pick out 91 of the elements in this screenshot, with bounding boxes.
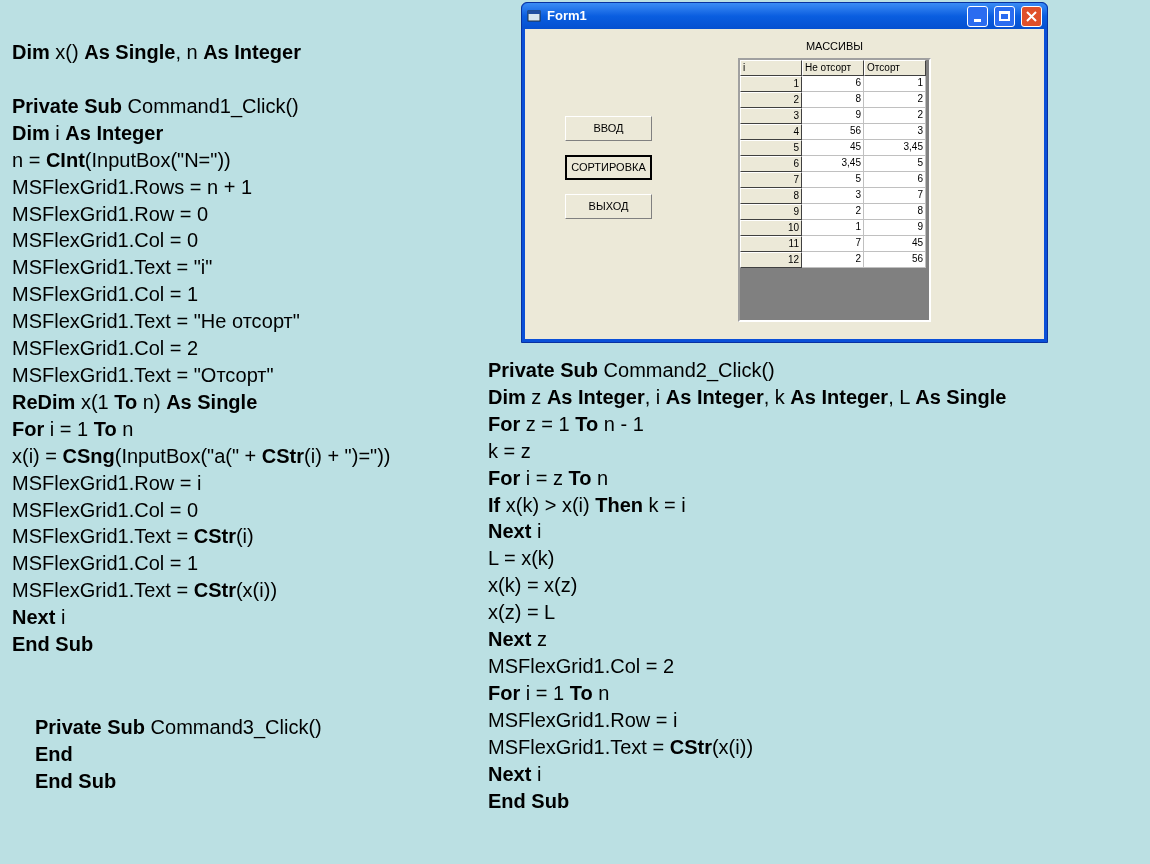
code-line: For i = z To n — [488, 465, 609, 491]
code-line: n = CInt(InputBox("N=")) — [12, 147, 231, 173]
code-line: End Sub — [488, 788, 570, 814]
code-line: If x(k) > x(i) Then k = i — [488, 492, 686, 518]
code-line: MSFlexGrid1.Text = "Не отсорт" — [12, 309, 300, 335]
row-header: 6 — [740, 156, 802, 172]
column-header: Отсорт — [864, 60, 926, 76]
code-line: Next i — [12, 605, 66, 631]
grid-cell: 8 — [864, 204, 926, 220]
window-icon — [527, 10, 541, 22]
code-line: MSFlexGrid1.Text = CStr(x(i)) — [488, 734, 754, 760]
minimize-button[interactable] — [967, 5, 988, 27]
code-line: Dim z As Integer, i As Integer, k As Integer, L As Single — [488, 384, 1007, 410]
grid-cell: 2 — [864, 108, 926, 124]
grid-cell: 56 — [864, 252, 926, 268]
code-line: MSFlexGrid1.Col = 1 — [12, 282, 199, 308]
code-line: k = z — [488, 438, 531, 464]
grid-cell: 5 — [802, 172, 864, 188]
code-line: MSFlexGrid1.Text = "i" — [12, 255, 213, 281]
grid-cell: 8 — [802, 92, 864, 108]
code-line: Private Sub Command3_Click() — [35, 714, 322, 741]
code-line: End Sub — [35, 768, 117, 794]
grid-cell: 3 — [802, 188, 864, 204]
grid-cell: 9 — [802, 108, 864, 124]
code-line: MSFlexGrid1.Rows = n + 1 — [12, 174, 253, 200]
grid-cell: 7 — [802, 236, 864, 252]
column-header: i — [740, 60, 802, 76]
grid-cell: 2 — [802, 204, 864, 220]
code-line: Private Sub Command2_Click() — [488, 358, 775, 384]
grid-cell: 7 — [864, 188, 926, 204]
code-line: MSFlexGrid1.Row = 0 — [12, 201, 209, 227]
code-line: x(k) = x(z) — [488, 573, 578, 599]
row-header: 2 — [740, 92, 802, 108]
grid-caption: МАССИВЫ — [805, 39, 864, 53]
code-line: Dim x() As Single, n As Integer — [12, 40, 301, 65]
grid-cell: 1 — [802, 220, 864, 236]
row-header: 8 — [740, 188, 802, 204]
code-line: For i = 1 To n — [488, 680, 610, 706]
grid-cell: 5 — [864, 156, 926, 172]
grid-cell: 6 — [802, 76, 864, 92]
row-header: 7 — [740, 172, 802, 188]
code-line: x(i) = CSng(InputBox("a(" + CStr(i) + ")=")) — [12, 443, 391, 469]
row-header: 10 — [740, 220, 802, 236]
grid-cell: 45 — [864, 236, 926, 252]
grid-cell: 1 — [864, 76, 926, 92]
grid-cell: 6 — [864, 172, 926, 188]
code-line: MSFlexGrid1.Col = 2 — [12, 336, 199, 362]
row-header: 4 — [740, 124, 802, 140]
code-line: Private Sub Command1_Click() — [12, 93, 299, 120]
code-line: MSFlexGrid1.Col = 2 — [488, 653, 675, 679]
grid-cell: 9 — [864, 220, 926, 236]
code-line: Next i — [488, 761, 542, 787]
code-line: MSFlexGrid1.Row = i — [12, 470, 202, 496]
row-header: 5 — [740, 140, 802, 156]
code-line: MSFlexGrid1.Text = "Отсорт" — [12, 362, 274, 388]
code-line: Next i — [488, 519, 542, 545]
form-button[interactable]: СОРТИРОВКА — [565, 155, 652, 180]
code-line: For i = 1 To n — [12, 416, 134, 442]
code-line: Next z — [488, 627, 547, 653]
code-line: MSFlexGrid1.Col = 0 — [12, 228, 199, 254]
code-line: For z = 1 To n - 1 — [488, 411, 644, 437]
close-icon — [1026, 10, 1037, 22]
row-header: 9 — [740, 204, 802, 220]
grid-cell: 3,45 — [864, 140, 926, 156]
code-line: MSFlexGrid1.Col = 0 — [12, 497, 199, 523]
row-header: 12 — [740, 252, 802, 268]
code-line: MSFlexGrid1.Text = CStr(x(i)) — [12, 578, 278, 604]
code-line: ReDim x(1 To n) As Single — [12, 389, 258, 415]
code-line: MSFlexGrid1.Row = i — [488, 707, 678, 733]
form-button[interactable]: ВВОД — [565, 116, 652, 141]
grid-cell: 2 — [864, 92, 926, 108]
maximize-button[interactable] — [994, 5, 1015, 27]
code-line: End — [35, 741, 73, 767]
grid-cell: 2 — [802, 252, 864, 268]
form-button[interactable]: ВЫХОД — [565, 194, 652, 219]
column-header: Не отсорт — [802, 60, 864, 76]
close-button[interactable] — [1021, 5, 1042, 27]
row-header: 1 — [740, 76, 802, 92]
code-line: End Sub — [12, 632, 94, 658]
row-header: 3 — [740, 108, 802, 124]
grid-cell: 3,45 — [802, 156, 864, 172]
grid-cell: 3 — [864, 124, 926, 140]
grid-cell: 45 — [802, 140, 864, 156]
window-title: Form1 — [547, 7, 588, 26]
code-line: Dim i As Integer — [12, 120, 164, 146]
code-line: L = x(k) — [488, 546, 555, 572]
row-header: 11 — [740, 236, 802, 252]
grid-cell: 56 — [802, 124, 864, 140]
code-line: MSFlexGrid1.Col = 1 — [12, 551, 199, 577]
code-line: x(z) = L — [488, 600, 556, 626]
code-line: MSFlexGrid1.Text = CStr(i) — [12, 524, 254, 550]
